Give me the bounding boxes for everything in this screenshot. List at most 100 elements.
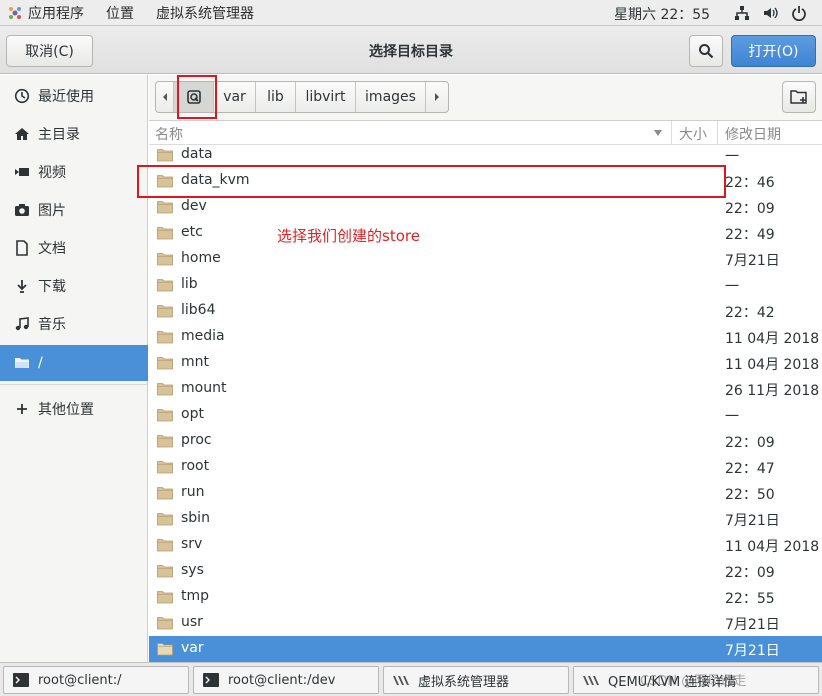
- table-row[interactable]: lib 一: [149, 272, 822, 298]
- column-size-header[interactable]: 大小: [679, 124, 707, 144]
- clock[interactable]: 星期六 22：55: [614, 4, 710, 24]
- table-row[interactable]: opt 一: [149, 402, 822, 428]
- table-row[interactable]: data 一: [149, 142, 822, 168]
- folder-icon: [157, 591, 173, 604]
- table-row[interactable]: srv 11 04月 2018: [149, 532, 822, 558]
- folder-icon: [157, 617, 173, 630]
- taskbar-item-terminal-1[interactable]: root@client:/: [3, 666, 189, 694]
- music-icon: [15, 317, 29, 331]
- menu-places[interactable]: 位置: [106, 3, 134, 23]
- sort-descending-icon[interactable]: [653, 129, 663, 137]
- column-modified-header[interactable]: 修改日期: [725, 124, 781, 144]
- file-modified: 22：47: [725, 461, 775, 477]
- volume-icon[interactable]: [762, 5, 778, 21]
- breadcrumb-root[interactable]: [174, 82, 214, 112]
- path-bar: var lib libvirt images: [149, 75, 822, 121]
- file-modified: 7月21日: [725, 643, 780, 659]
- breadcrumb-images[interactable]: images: [356, 82, 426, 112]
- folder-icon: [157, 357, 173, 370]
- table-row[interactable]: mount 26 11月 2018: [149, 376, 822, 402]
- table-row[interactable]: var 7月21日: [149, 636, 822, 662]
- breadcrumb: var lib libvirt images: [155, 81, 449, 113]
- sidebar-item-recent[interactable]: 最近使用: [0, 78, 148, 114]
- table-row[interactable]: lib64 22：42: [149, 298, 822, 324]
- search-button[interactable]: [689, 35, 723, 67]
- file-name: run: [181, 484, 205, 500]
- network-icon[interactable]: [734, 5, 750, 21]
- file-modified: 22：49: [725, 227, 775, 243]
- file-modified: 22：09: [725, 201, 775, 217]
- table-row[interactable]: run 22：50: [149, 480, 822, 506]
- file-name: root: [181, 458, 210, 474]
- table-row[interactable]: home 7月21日: [149, 246, 822, 272]
- file-name: sys: [181, 562, 204, 578]
- file-list: data 一 data_kvm 22：46 dev 22：09 etc 22：49 home 7月…: [149, 142, 822, 662]
- sidebar-item-label: 其他位置: [38, 402, 94, 418]
- breadcrumb-lib[interactable]: lib: [256, 82, 296, 112]
- file-modified: 11 04月 2018: [725, 539, 820, 555]
- sidebar-item-root[interactable]: /: [0, 345, 148, 381]
- document-icon: [16, 240, 28, 256]
- column-name-header[interactable]: 名称: [155, 124, 183, 144]
- sidebar-item-other-locations[interactable]: 其他位置: [0, 391, 148, 427]
- folder-icon: [157, 201, 173, 214]
- sidebar-item-pictures[interactable]: 图片: [0, 192, 148, 228]
- table-row[interactable]: dev 22：09: [149, 194, 822, 220]
- cancel-button[interactable]: 取消(C): [6, 35, 93, 67]
- table-row[interactable]: usr 7月21日: [149, 610, 822, 636]
- file-name: sbin: [181, 510, 210, 526]
- breadcrumb-libvirt[interactable]: libvirt: [296, 82, 356, 112]
- folder-open-icon: [15, 358, 29, 368]
- folder-icon: [157, 175, 173, 188]
- table-row[interactable]: mnt 11 04月 2018: [149, 350, 822, 376]
- table-row[interactable]: proc 22：09: [149, 428, 822, 454]
- arrow-right-icon: [435, 93, 439, 101]
- system-top-bar: 应用程序 位置 虚拟系统管理器 星期六 22：55: [0, 0, 822, 26]
- menu-virt-manager[interactable]: 虚拟系统管理器: [156, 3, 254, 23]
- table-row[interactable]: root 22：47: [149, 454, 822, 480]
- clock-icon: [14, 88, 30, 104]
- table-row[interactable]: etc 22：49: [149, 220, 822, 246]
- file-name: mount: [181, 380, 227, 396]
- file-modified: 11 04月 2018: [725, 357, 820, 373]
- taskbar-item-connection-details[interactable]: QEMU/KVM 连接详情: [573, 666, 819, 694]
- file-modified: 22：09: [725, 435, 775, 451]
- file-modified: 26 11月 2018: [725, 383, 820, 399]
- sidebar-item-videos[interactable]: 视频: [0, 154, 148, 190]
- virt-manager-icon: [393, 676, 409, 685]
- apps-icon[interactable]: [8, 6, 22, 20]
- file-name: srv: [181, 536, 203, 552]
- breadcrumb-scroll-right[interactable]: [426, 82, 448, 112]
- file-modified: 22：55: [725, 591, 775, 607]
- table-row[interactable]: sys 22：09: [149, 558, 822, 584]
- folder-icon: [157, 513, 173, 526]
- table-row[interactable]: sbin 7月21日: [149, 506, 822, 532]
- sidebar-item-documents[interactable]: 文档: [0, 230, 148, 266]
- sidebar-item-music[interactable]: 音乐: [0, 306, 148, 342]
- open-button[interactable]: 打开(O): [731, 35, 816, 67]
- taskbar-item-label: QEMU/KVM 连接详情: [608, 674, 737, 690]
- file-modified: 7月21日: [725, 617, 780, 633]
- breadcrumb-scroll-left[interactable]: [156, 82, 174, 112]
- folder-icon: [157, 279, 173, 292]
- sidebar-item-home[interactable]: 主目录: [0, 116, 148, 152]
- power-icon[interactable]: [791, 5, 807, 21]
- table-row[interactable]: media 11 04月 2018: [149, 324, 822, 350]
- breadcrumb-var[interactable]: var: [214, 82, 256, 112]
- file-modified: 22：46: [725, 175, 775, 191]
- sidebar-separator: [0, 384, 148, 385]
- file-name: var: [181, 640, 204, 656]
- menu-applications[interactable]: 应用程序: [28, 3, 84, 23]
- taskbar-item-terminal-2[interactable]: root@client:/dev: [193, 666, 379, 694]
- taskbar-item-virt-manager[interactable]: 虚拟系统管理器: [383, 666, 569, 694]
- file-modified: 一: [725, 409, 739, 425]
- table-row[interactable]: tmp 22：55: [149, 584, 822, 610]
- sidebar-item-label: /: [38, 355, 43, 371]
- new-folder-button[interactable]: [782, 81, 816, 113]
- table-row[interactable]: data_kvm 22：46: [149, 168, 822, 194]
- sidebar-item-downloads[interactable]: 下载: [0, 268, 148, 304]
- file-modified: 一: [725, 149, 739, 165]
- file-name: media: [181, 328, 225, 344]
- taskbar-item-label: 虚拟系统管理器: [418, 674, 510, 690]
- folder-icon: [157, 331, 173, 344]
